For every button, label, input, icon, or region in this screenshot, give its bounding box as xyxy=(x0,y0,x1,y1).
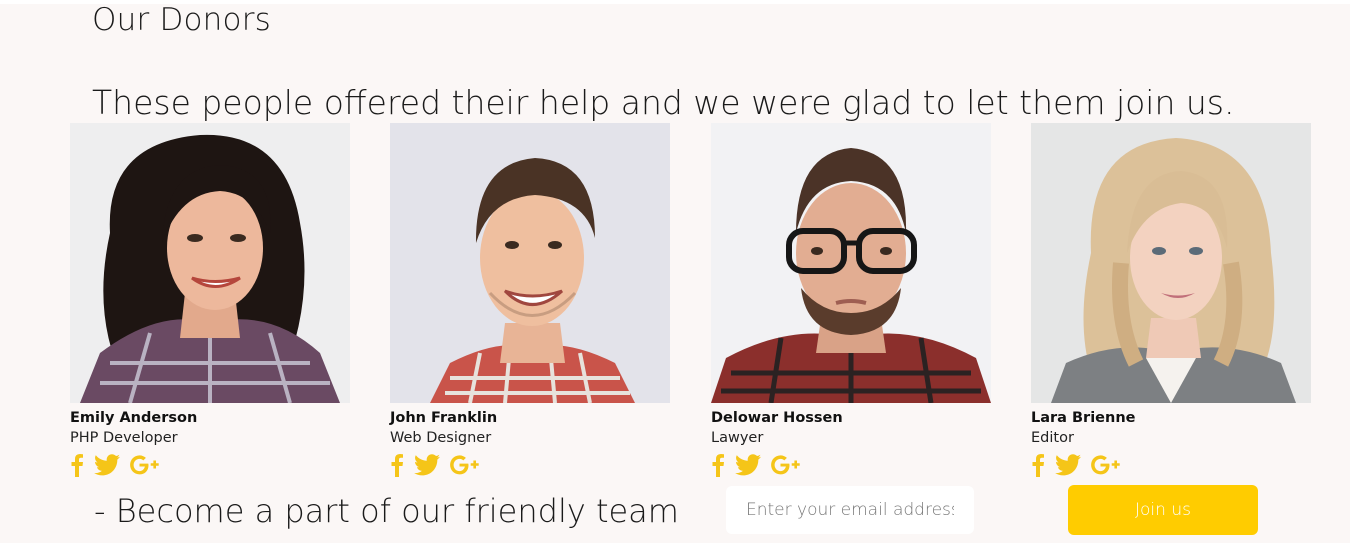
donor-card: Emily Anderson PHP Developer xyxy=(70,123,350,478)
donor-photo xyxy=(70,123,350,403)
donor-role: Editor xyxy=(1031,430,1074,446)
donor-role: Web Designer xyxy=(390,430,492,446)
donor-card: Lara Brienne Editor xyxy=(1031,123,1311,478)
social-links xyxy=(711,452,991,478)
google-plus-icon[interactable] xyxy=(1091,455,1121,475)
google-plus-icon[interactable] xyxy=(130,455,160,475)
donor-card: John Franklin Web Designer xyxy=(390,123,670,478)
donor-photo xyxy=(1031,123,1311,403)
google-plus-icon[interactable] xyxy=(450,455,480,475)
donor-name: John Franklin xyxy=(390,410,498,426)
donor-card: Delowar Hossen Lawyer xyxy=(711,123,991,478)
social-links xyxy=(1031,452,1311,478)
facebook-icon[interactable] xyxy=(390,453,404,477)
join-us-button[interactable]: Join us xyxy=(1068,485,1258,535)
donor-role: PHP Developer xyxy=(70,430,178,446)
donor-role: Lawyer xyxy=(711,430,764,446)
donor-photo xyxy=(711,123,991,403)
donor-name: Delowar Hossen xyxy=(711,410,843,426)
cta-text: - Become a part of our friendly team xyxy=(94,492,679,530)
donor-photo xyxy=(390,123,670,403)
donor-name: Emily Anderson xyxy=(70,410,198,426)
twitter-icon[interactable] xyxy=(1055,454,1081,476)
facebook-icon[interactable] xyxy=(1031,453,1045,477)
twitter-icon[interactable] xyxy=(735,454,761,476)
google-plus-icon[interactable] xyxy=(771,455,801,475)
twitter-icon[interactable] xyxy=(94,454,120,476)
donor-name: Lara Brienne xyxy=(1031,410,1136,426)
section-subtitle: These people offered their help and we w… xyxy=(92,83,1235,122)
facebook-icon[interactable] xyxy=(711,453,725,477)
facebook-icon[interactable] xyxy=(70,453,84,477)
twitter-icon[interactable] xyxy=(414,454,440,476)
section-title: Our Donors xyxy=(92,2,271,38)
social-links xyxy=(390,452,670,478)
social-links xyxy=(70,452,350,478)
email-input[interactable] xyxy=(726,486,974,534)
